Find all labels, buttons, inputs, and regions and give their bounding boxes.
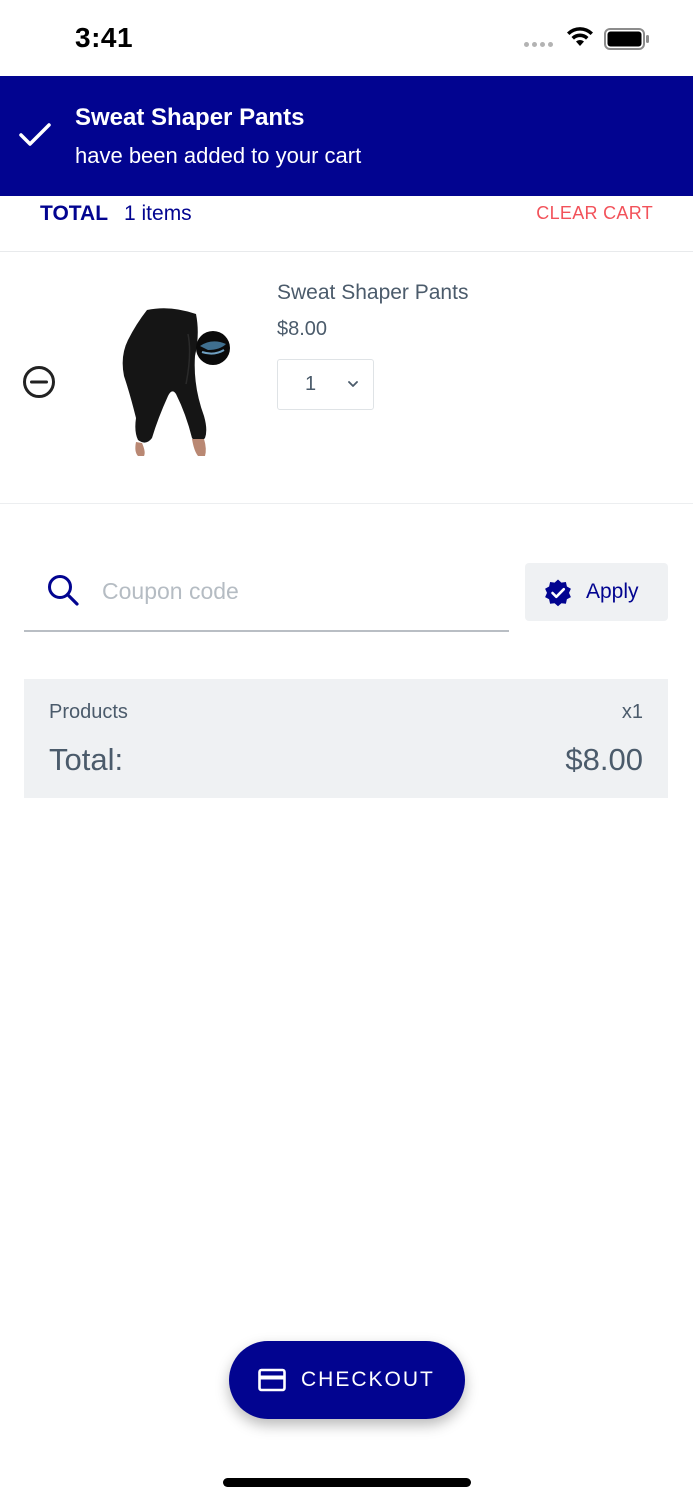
verified-badge-icon bbox=[545, 579, 571, 607]
search-icon bbox=[48, 575, 79, 606]
product-price: $8.00 bbox=[277, 318, 328, 340]
checkout-button[interactable]: CHECKOUT bbox=[229, 1341, 465, 1419]
product-image bbox=[122, 308, 230, 456]
coupon-input[interactable] bbox=[102, 571, 492, 611]
status-time: 3:41 bbox=[75, 22, 134, 53]
check-icon bbox=[19, 123, 51, 146]
quantity-select[interactable]: 1 bbox=[277, 359, 374, 410]
battery-icon bbox=[604, 28, 649, 50]
order-summary: Products x1 Total: $8.00 bbox=[24, 679, 668, 798]
total-label: Total: bbox=[49, 742, 124, 777]
products-label: Products bbox=[49, 701, 128, 723]
toast-title: Sweat Shaper Pants bbox=[75, 104, 305, 131]
remove-item-icon[interactable] bbox=[22, 365, 56, 399]
chevron-down-icon bbox=[348, 381, 358, 387]
items-count: 1 items bbox=[124, 202, 192, 225]
product-name: Sweat Shaper Pants bbox=[277, 281, 469, 304]
total-value: $8.00 bbox=[565, 742, 643, 777]
home-indicator bbox=[223, 1478, 471, 1487]
signal-dots-icon bbox=[524, 42, 553, 47]
clear-cart-button[interactable]: CLEAR CART bbox=[536, 203, 653, 224]
apply-coupon-button[interactable]: Apply bbox=[525, 563, 668, 621]
total-label: TOTAL bbox=[40, 202, 109, 225]
cart-total-header: TOTAL 1 items CLEAR CART bbox=[0, 196, 693, 252]
cart-item: Sweat Shaper Pants $8.00 1 bbox=[0, 252, 693, 504]
coupon-field bbox=[24, 563, 509, 632]
products-count: x1 bbox=[621, 701, 643, 723]
quantity-value: 1 bbox=[305, 373, 317, 395]
wifi-icon bbox=[567, 27, 593, 46]
checkout-label: CHECKOUT bbox=[301, 1368, 435, 1391]
credit-card-icon bbox=[258, 1368, 286, 1392]
apply-label: Apply bbox=[586, 580, 639, 603]
toast-message: have been added to your cart bbox=[75, 143, 362, 168]
added-to-cart-toast: Sweat Shaper Pants have been added to yo… bbox=[0, 76, 693, 196]
status-bar: 3:41 bbox=[0, 0, 693, 76]
